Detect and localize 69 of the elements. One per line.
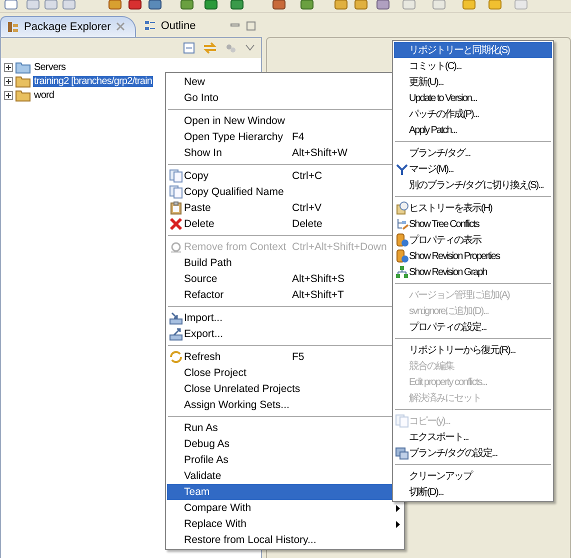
view-menu-icon[interactable] bbox=[245, 44, 255, 52]
history-icon bbox=[394, 201, 408, 215]
package-icon bbox=[7, 20, 19, 32]
menu-item[interactable]: ヒストリーを表示(H) bbox=[394, 200, 552, 216]
menu-item[interactable]: クリーンアップ bbox=[394, 468, 552, 484]
menu-item[interactable]: Apply Patch... bbox=[394, 122, 552, 138]
branch-icon bbox=[394, 446, 408, 460]
menu-item[interactable]: リポジトリーから復元(R)... bbox=[394, 342, 552, 358]
expand-icon[interactable] bbox=[4, 90, 13, 100]
expand-icon[interactable] bbox=[4, 76, 13, 86]
menu-item[interactable]: Restore from Local History... bbox=[167, 532, 403, 548]
menu-item[interactable]: エクスポート... bbox=[394, 429, 552, 445]
close-icon[interactable] bbox=[116, 22, 125, 31]
remove-icon bbox=[168, 240, 182, 254]
toolbar-icon[interactable] bbox=[4, 0, 18, 10]
copy-icon bbox=[394, 414, 408, 428]
toolbar-icon[interactable] bbox=[128, 0, 142, 10]
tree-icon bbox=[394, 217, 408, 231]
clipboard-icon bbox=[168, 201, 182, 215]
delete-icon bbox=[168, 217, 182, 231]
toolbar-icon[interactable] bbox=[354, 0, 368, 10]
graph-icon bbox=[394, 265, 408, 279]
copy-icon bbox=[168, 169, 182, 183]
toolbar-icon[interactable] bbox=[334, 0, 348, 10]
toolbar-icon[interactable] bbox=[148, 0, 162, 10]
tab-label: Outline bbox=[160, 20, 196, 32]
menu-item[interactable]: プロパティの表示 bbox=[394, 232, 552, 248]
toolbar-icon[interactable] bbox=[180, 0, 194, 10]
toolbar-icon[interactable] bbox=[300, 0, 314, 10]
toolbar-icon[interactable] bbox=[108, 0, 122, 10]
properties-icon bbox=[394, 233, 408, 247]
folder-icon bbox=[15, 88, 31, 102]
menu-item[interactable]: Show Revision Properties bbox=[394, 248, 552, 264]
import-icon bbox=[168, 311, 182, 325]
folder-icon bbox=[15, 60, 31, 74]
export-icon bbox=[168, 327, 182, 341]
merge-icon bbox=[394, 162, 408, 176]
tree-item[interactable]: Servers bbox=[33, 62, 67, 72]
toolbar-icon[interactable] bbox=[272, 0, 286, 10]
menu-item[interactable]: ブランチ/タグ... bbox=[394, 145, 552, 161]
view-tab[interactable]: Outline bbox=[138, 16, 206, 36]
expand-icon[interactable] bbox=[4, 62, 13, 72]
toolbar-icon[interactable] bbox=[204, 0, 218, 10]
tab-label: Package Explorer bbox=[24, 20, 111, 32]
menu-item[interactable]: Update to Version... bbox=[394, 90, 552, 106]
refresh-icon bbox=[168, 350, 182, 364]
menu-item[interactable]: プロパティの設定... bbox=[394, 319, 552, 335]
menu-item[interactable]: リポジトリーと同期化(S) bbox=[394, 42, 552, 58]
tree-item[interactable]: word bbox=[33, 90, 56, 100]
menu-item[interactable]: 更新(U)... bbox=[394, 74, 552, 90]
menu-item[interactable]: Replace With bbox=[167, 516, 403, 532]
outline-icon bbox=[144, 20, 156, 32]
menu-item[interactable]: マージ(M)... bbox=[394, 161, 552, 177]
folder-icon bbox=[15, 74, 31, 88]
collapse-all-icon[interactable] bbox=[183, 42, 195, 54]
menu-item[interactable]: 別のブランチ/タグに切り換え(S)... bbox=[394, 177, 552, 193]
copy-icon bbox=[168, 185, 182, 199]
menu-item[interactable]: パッチの作成(P)... bbox=[394, 106, 552, 122]
properties-icon bbox=[394, 249, 408, 263]
menu-item[interactable]: ブランチ/タグの設定... bbox=[394, 445, 552, 461]
tree-item[interactable]: training2 [branches/grp2/train bbox=[33, 76, 154, 86]
view-tab[interactable]: Package Explorer bbox=[0, 16, 136, 36]
toolbar-icon[interactable] bbox=[376, 0, 390, 10]
menu-item[interactable]: Compare With bbox=[167, 500, 403, 516]
toolbar-icon[interactable] bbox=[230, 0, 244, 10]
menu-item[interactable]: Show Revision Graph bbox=[394, 264, 552, 280]
link-icon[interactable] bbox=[203, 42, 217, 54]
maximize-icon[interactable] bbox=[246, 21, 256, 31]
menu-item[interactable]: コミット(C)... bbox=[394, 58, 552, 74]
